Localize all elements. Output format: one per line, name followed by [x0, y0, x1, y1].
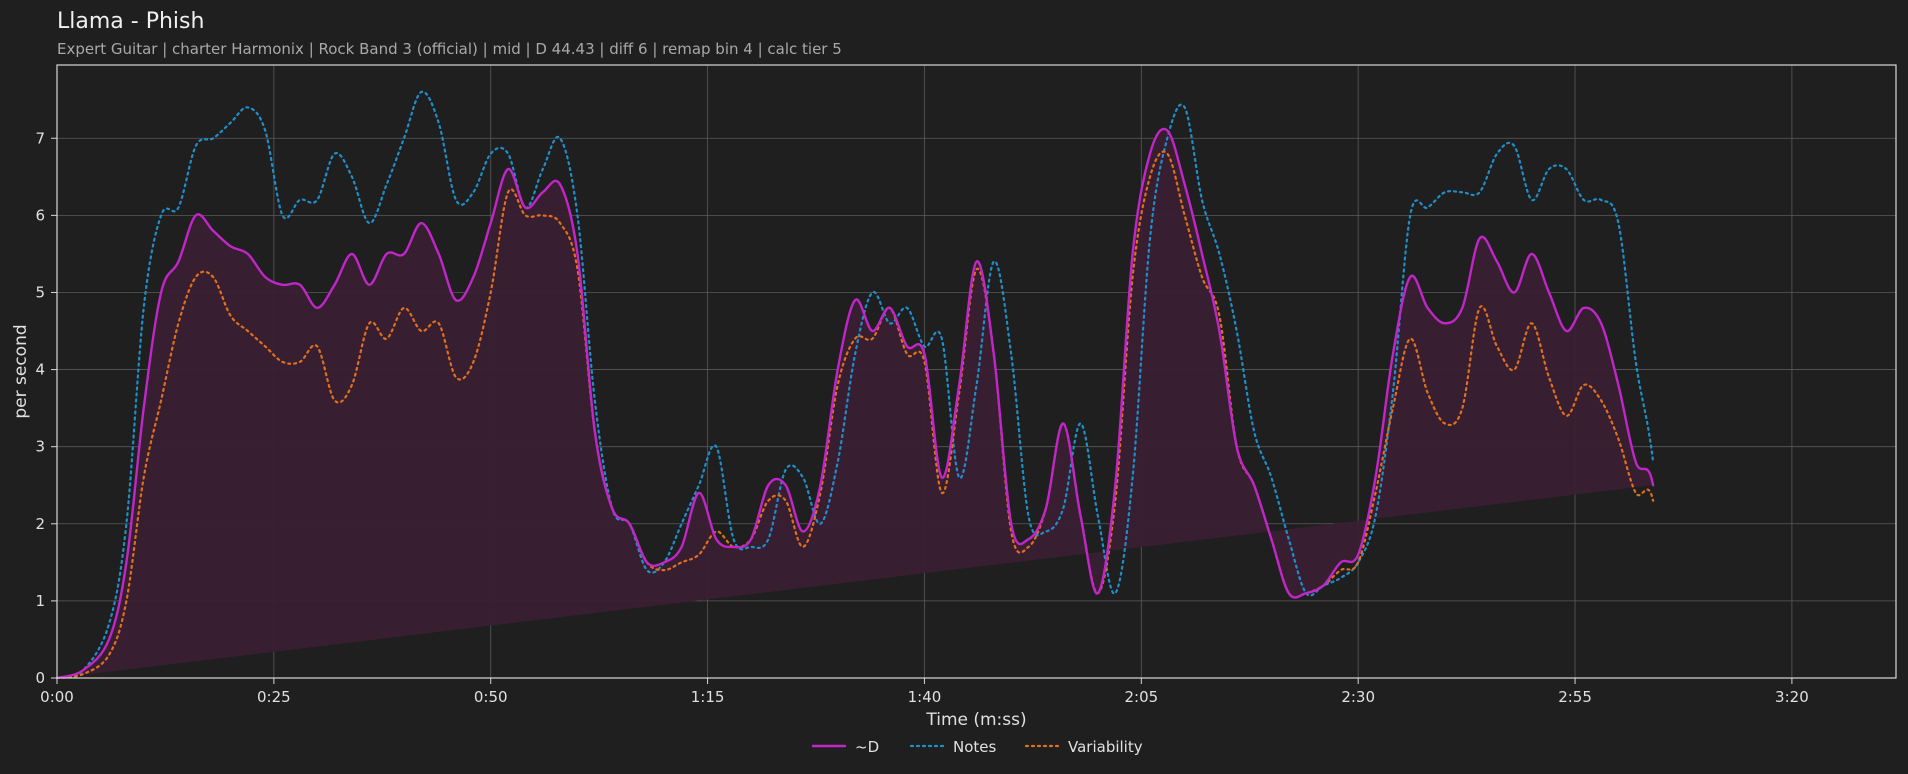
x-tick-label: 0:00: [40, 688, 74, 706]
y-axis-label: per second: [11, 324, 31, 418]
x-tick-label: 3:20: [1775, 688, 1809, 706]
plot-area: [55, 64, 1897, 680]
y-tick-label: 6: [35, 206, 45, 224]
y-axis-ticks: 0 1 2 3 4 5 6 7: [35, 129, 57, 687]
legend-label: Variability: [1068, 738, 1143, 756]
x-tick-label: 0:25: [257, 688, 291, 706]
y-tick-label: 1: [35, 592, 45, 610]
legend-label: Notes: [953, 738, 997, 756]
x-tick-label: 1:40: [908, 688, 942, 706]
x-axis-label: Time (m:ss): [925, 710, 1026, 730]
x-tick-label: 1:15: [691, 688, 725, 706]
x-tick-label: 2:30: [1341, 688, 1375, 706]
y-tick-label: 2: [35, 515, 45, 533]
y-tick-label: 5: [35, 283, 45, 301]
y-tick-label: 0: [35, 669, 45, 687]
legend-item-variability: Variability: [1024, 738, 1143, 756]
legend-label: ~D: [855, 738, 879, 756]
x-tick-label: 2:55: [1558, 688, 1592, 706]
x-tick-label: 0:50: [474, 688, 508, 706]
legend-item-d: ~D: [811, 738, 879, 756]
y-tick-label: 7: [35, 129, 45, 147]
x-tick-label: 2:05: [1124, 688, 1158, 706]
chart-title: Llama - Phish: [57, 9, 204, 34]
y-tick-label: 3: [35, 438, 45, 456]
chart-subtitle: Expert Guitar | charter Harmonix | Rock …: [57, 40, 842, 58]
chart: Llama - Phish Expert Guitar | charter Ha…: [11, 9, 1897, 756]
x-axis-ticks: 0:00 0:25 0:50 1:15 1:40 2:05 2:30 2:55 3:20: [40, 678, 1809, 706]
legend: ~D Notes Variability: [811, 738, 1143, 756]
y-tick-label: 4: [35, 361, 45, 379]
legend-item-notes: Notes: [909, 738, 997, 756]
